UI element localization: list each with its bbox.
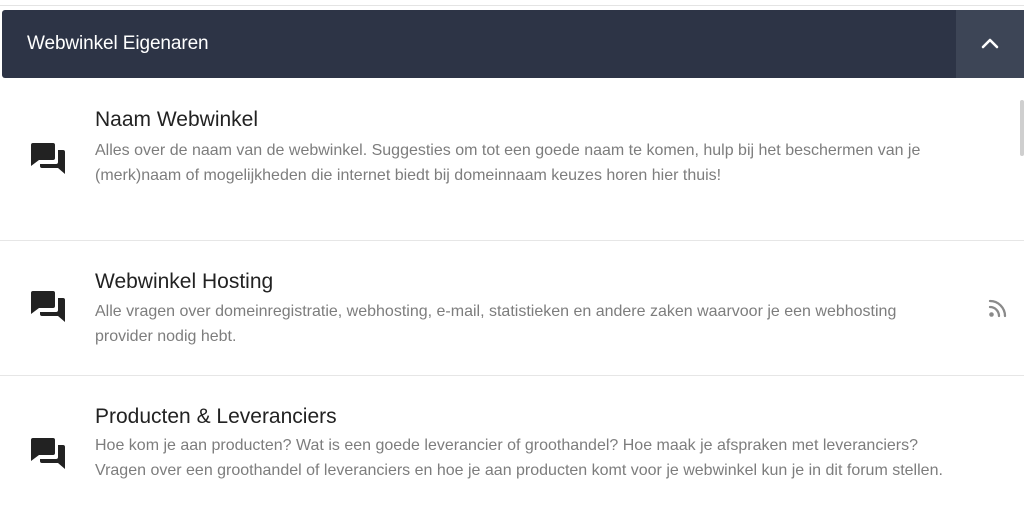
top-divider [0, 0, 1024, 6]
forum-row[interactable]: Naam Webwinkel Alles over de naam van de… [0, 78, 1024, 241]
forum-row[interactable]: Webwinkel Hosting Alle vragen over domei… [0, 240, 1024, 376]
scrollbar-thumb[interactable] [1020, 100, 1024, 156]
forum-chat-icon [31, 438, 65, 469]
forum-description: Alle vragen over domeinregistratie, webh… [95, 303, 897, 345]
forum-title[interactable]: Webwinkel Hosting [95, 269, 273, 295]
category-title[interactable]: Webwinkel Eigenaren [27, 32, 209, 56]
forum-chat-icon [31, 291, 65, 322]
forum-page: Webwinkel Eigenaren Naam Webwinkel Alles… [0, 0, 1024, 516]
forum-description: Hoe kom je aan producten? Wat is een goe… [95, 437, 943, 479]
forum-title[interactable]: Naam Webwinkel [95, 107, 258, 133]
forum-row[interactable]: Producten & Leveranciers Hoe kom je aan … [0, 376, 1024, 516]
forum-title[interactable]: Producten & Leveranciers [95, 404, 337, 430]
category-header: Webwinkel Eigenaren [2, 10, 1024, 78]
chevron-up-icon [981, 38, 999, 49]
forum-description: Alles over de naam van de webwinkel. Sug… [95, 142, 921, 184]
forum-chat-icon [31, 143, 65, 174]
rss-icon[interactable] [988, 298, 1008, 318]
collapse-button[interactable] [956, 10, 1024, 78]
